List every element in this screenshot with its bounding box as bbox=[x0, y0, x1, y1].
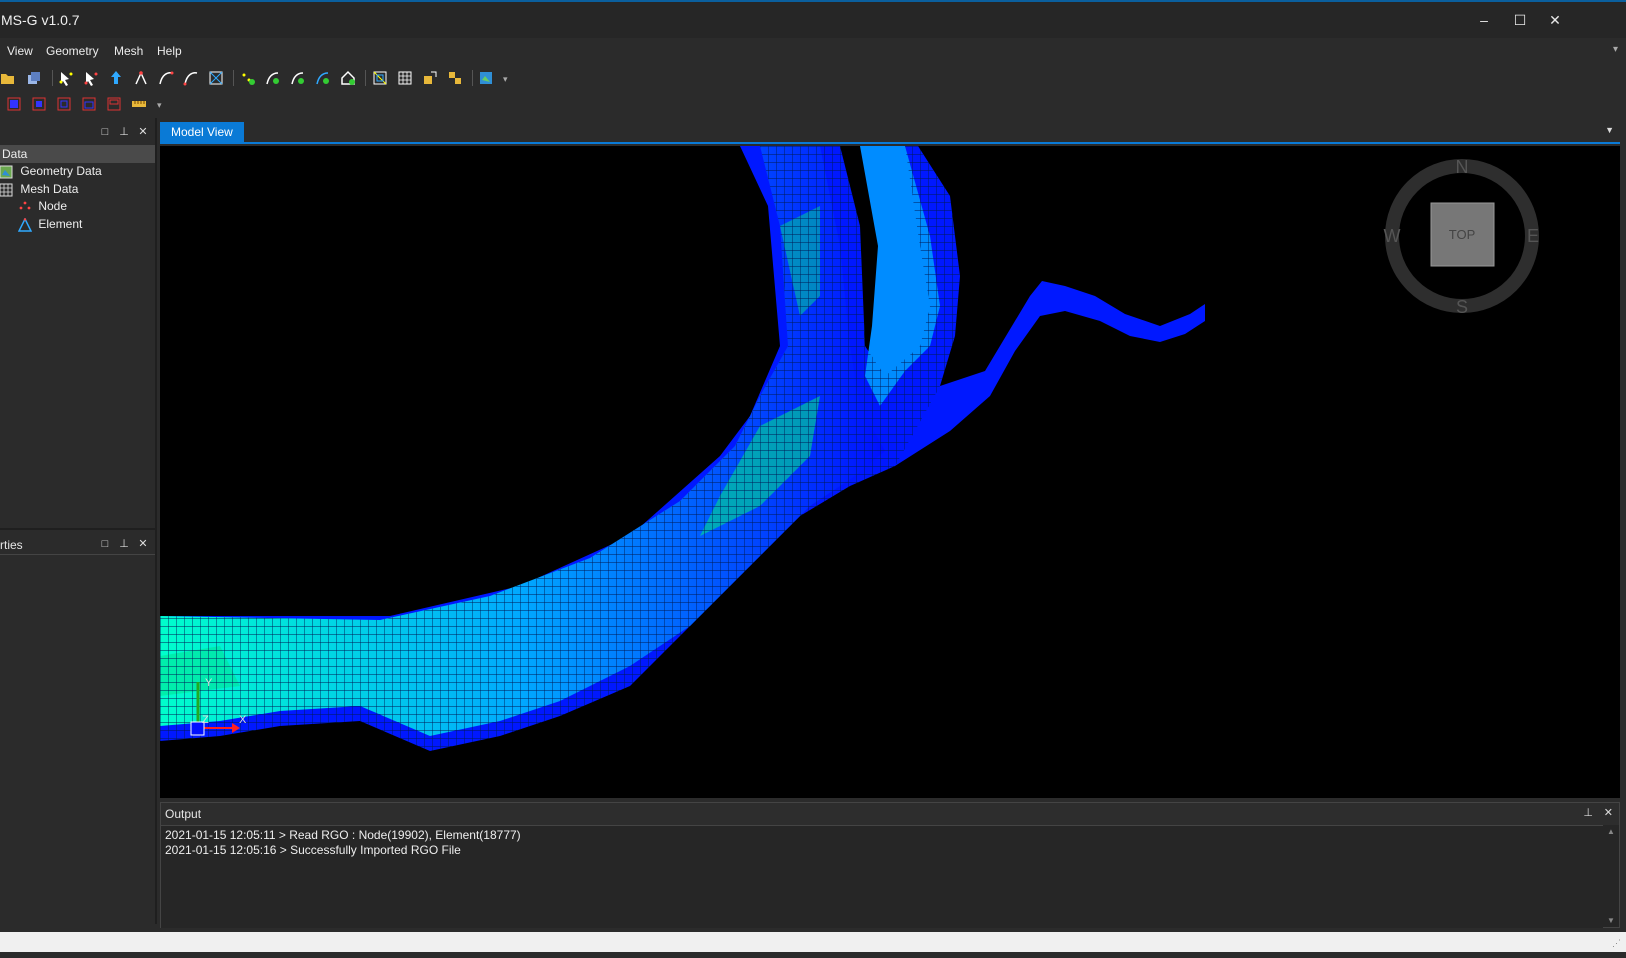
log-line: 2021-01-15 12:05:16 > Successfully Impor… bbox=[165, 843, 461, 857]
output-title: Output bbox=[165, 807, 202, 821]
status-bar: ⋰ bbox=[0, 932, 1626, 952]
properties-divider bbox=[0, 554, 155, 555]
float-icon[interactable]: □ bbox=[98, 125, 112, 139]
output-log[interactable]: 2021-01-15 12:05:11 > Read RGO : Node(19… bbox=[161, 825, 1603, 928]
compass-s-label: S bbox=[1456, 297, 1468, 317]
tree-item-label: Element bbox=[38, 217, 83, 231]
maximize-button[interactable]: ☐ bbox=[1504, 8, 1536, 32]
add-node-icon[interactable] bbox=[240, 70, 256, 86]
mesh-grid-overlay bbox=[160, 146, 960, 751]
view-map-icon[interactable] bbox=[478, 70, 494, 86]
house-node-icon[interactable] bbox=[340, 70, 356, 86]
tree-root-data[interactable]: Data bbox=[0, 145, 155, 163]
node-points-icon bbox=[19, 201, 31, 210]
compass-n-label: N bbox=[1456, 157, 1469, 177]
pin-icon[interactable]: ⊥ bbox=[1583, 806, 1593, 819]
ruler-icon[interactable] bbox=[131, 96, 147, 112]
properties-panel-header: rties □ ⊥ ✕ bbox=[0, 534, 155, 554]
mesh-grid-icon[interactable] bbox=[397, 70, 413, 86]
curve-edit-icon[interactable] bbox=[183, 70, 199, 86]
panel-divider bbox=[0, 528, 155, 530]
menu-bar: View Geometry Mesh Help ▾ bbox=[0, 40, 1626, 62]
menu-mesh[interactable]: Mesh bbox=[114, 44, 143, 58]
close-icon[interactable]: ✕ bbox=[136, 125, 150, 139]
scroll-down-icon[interactable]: ▼ bbox=[1607, 916, 1615, 925]
tree-item-label: Node bbox=[38, 199, 68, 213]
view-right-icon[interactable] bbox=[81, 96, 97, 112]
properties-panel-title: rties bbox=[0, 538, 23, 552]
toolbar-overflow-icon[interactable]: ▾ bbox=[503, 74, 508, 85]
mesh-select-icon[interactable] bbox=[208, 70, 224, 86]
pick-node-icon[interactable] bbox=[133, 70, 149, 86]
model-viewport[interactable]: Y Z X TOP N S W E bbox=[160, 146, 1620, 798]
close-icon[interactable]: ✕ bbox=[136, 537, 150, 551]
scroll-up-icon[interactable]: ▲ bbox=[1607, 827, 1615, 836]
view-toolbar: ▾ bbox=[0, 92, 1626, 116]
output-scrollbar[interactable]: ▲ ▼ bbox=[1603, 825, 1619, 927]
view-front-icon[interactable] bbox=[6, 96, 22, 112]
tab-dropdown-icon[interactable]: ▼ bbox=[1605, 125, 1614, 135]
tree-item-label: Mesh Data bbox=[20, 182, 79, 196]
view-back-icon[interactable] bbox=[31, 96, 47, 112]
toolbar-separator bbox=[233, 70, 234, 86]
move-node-icon[interactable] bbox=[108, 70, 124, 86]
axis-x-label: X bbox=[239, 714, 247, 726]
menu-geometry[interactable]: Geometry bbox=[46, 44, 99, 58]
transfer-icon[interactable] bbox=[422, 70, 438, 86]
axis-z-label: Z bbox=[202, 714, 209, 726]
view-compass[interactable]: TOP N S W E bbox=[1384, 157, 1540, 317]
toolbar-separator bbox=[365, 70, 366, 86]
resize-grip-icon[interactable]: ⋰ bbox=[1612, 938, 1622, 948]
output-panel: Output ⊥ ✕ 2021-01-15 12:05:11 > Read RG… bbox=[160, 802, 1620, 928]
select-nodes-icon[interactable] bbox=[58, 70, 74, 86]
curve-split-icon[interactable] bbox=[315, 70, 331, 86]
data-panel-header: □ ⊥ ✕ bbox=[0, 122, 155, 142]
element-triangle-icon bbox=[17, 217, 33, 232]
minimize-button[interactable]: – bbox=[1468, 8, 1500, 32]
axis-y-label: Y bbox=[205, 677, 213, 689]
transfer-alt-icon[interactable] bbox=[447, 70, 463, 86]
pin-icon[interactable]: ⊥ bbox=[117, 125, 131, 139]
close-icon[interactable]: ✕ bbox=[1604, 806, 1613, 819]
save-stack-icon[interactable] bbox=[26, 70, 42, 86]
compass-top-label[interactable]: TOP bbox=[1449, 227, 1476, 242]
tab-model-view[interactable]: Model View bbox=[160, 122, 244, 142]
compass-w-label: W bbox=[1384, 226, 1401, 246]
select-points-icon[interactable] bbox=[83, 70, 99, 86]
document-tabs: Model View ▼ bbox=[160, 122, 1620, 144]
log-line: 2021-01-15 12:05:11 > Read RGO : Node(19… bbox=[165, 828, 521, 842]
toolbar-separator bbox=[472, 70, 473, 86]
geometry-data-icon bbox=[0, 165, 13, 179]
close-button[interactable]: ✕ bbox=[1539, 8, 1571, 32]
compass-e-label: E bbox=[1527, 226, 1539, 246]
toolbar-overflow-icon[interactable]: ▾ bbox=[157, 100, 162, 111]
toolbar-separator bbox=[52, 70, 53, 86]
view-top-icon[interactable] bbox=[106, 96, 122, 112]
main-toolbar: ▾ bbox=[0, 66, 1626, 90]
open-folder-icon[interactable] bbox=[0, 70, 16, 86]
title-bar: MS-G v1.0.7 – ☐ ✕ bbox=[0, 0, 1626, 38]
float-icon[interactable]: □ bbox=[98, 537, 112, 551]
left-panel-border bbox=[155, 118, 157, 924]
menu-view[interactable]: View bbox=[7, 44, 33, 58]
curve-add-icon[interactable] bbox=[265, 70, 281, 86]
menu-overflow-icon[interactable]: ▾ bbox=[1613, 44, 1618, 55]
tree-item-geometry-data[interactable]: Geometry Data bbox=[0, 164, 102, 181]
window-title: MS-G v1.0.7 bbox=[1, 12, 80, 28]
tree-item-mesh-data[interactable]: Mesh Data bbox=[0, 182, 78, 199]
mesh-data-icon bbox=[0, 183, 13, 197]
pin-icon[interactable]: ⊥ bbox=[117, 537, 131, 551]
tree-item-label: Geometry Data bbox=[20, 164, 102, 178]
tree-root-label: Data bbox=[2, 147, 28, 161]
curve-select-icon[interactable] bbox=[158, 70, 174, 86]
tree-item-node[interactable]: Node bbox=[18, 199, 67, 216]
mesh-box-icon[interactable] bbox=[372, 70, 388, 86]
tree-item-element[interactable]: Element bbox=[17, 217, 83, 234]
menu-help[interactable]: Help bbox=[157, 44, 182, 58]
view-left-icon[interactable] bbox=[56, 96, 72, 112]
curve-join-icon[interactable] bbox=[290, 70, 306, 86]
